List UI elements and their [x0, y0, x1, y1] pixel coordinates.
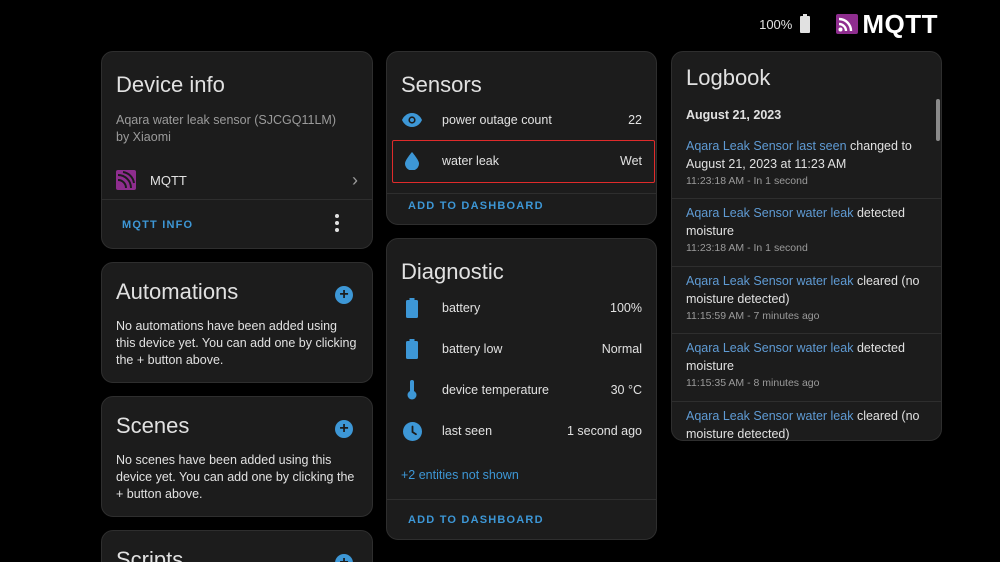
log-entity-link[interactable]: Aqara Leak Sensor last seen: [686, 139, 847, 153]
diagnostic-card: Diagnostic battery 100% battery low Norm…: [386, 238, 657, 540]
thermometer-icon: [401, 379, 423, 401]
log-time: 11:23:18 AM - In 1 second: [686, 242, 808, 254]
entity-name: power outage count: [442, 113, 552, 127]
log-entry: Aqara Leak Sensor water leak detected mo…: [686, 205, 927, 254]
add-to-dashboard-button[interactable]: ADD TO DASHBOARD: [408, 514, 544, 526]
entity-row-battery-low[interactable]: battery low Normal: [401, 335, 642, 363]
divider: [672, 266, 941, 267]
divider: [387, 193, 656, 194]
device-manufacturer: by Xiaomi: [116, 130, 171, 144]
divider: [672, 198, 941, 199]
sensors-card: Sensors power outage count 22 water leak…: [386, 51, 657, 225]
entity-row-battery[interactable]: battery 100%: [401, 294, 642, 322]
log-entity-link[interactable]: Aqara Leak Sensor water leak: [686, 274, 853, 288]
entity-value: 30 °C: [610, 383, 642, 397]
automations-title: Automations: [116, 279, 239, 304]
entity-name: device temperature: [442, 383, 550, 397]
divider: [672, 401, 941, 402]
entity-value: Normal: [601, 342, 642, 356]
battery-icon: [401, 338, 423, 360]
entity-name: battery low: [442, 342, 503, 356]
battery-status-icon: [800, 13, 811, 33]
mqtt-info-button[interactable]: MQTT INFO: [122, 219, 193, 231]
diagnostic-title: Diagnostic: [401, 259, 504, 284]
entity-name: last seen: [442, 424, 493, 438]
mqtt-logo-icon: [836, 14, 859, 34]
integration-label: MQTT: [150, 172, 187, 188]
battery-icon: [401, 297, 423, 319]
logbook-title: Logbook: [686, 65, 771, 90]
sensors-title: Sensors: [401, 72, 482, 97]
clock-icon: [401, 420, 423, 442]
scripts-title: Scripts: [116, 547, 184, 562]
entity-name: battery: [442, 301, 481, 315]
logbook-date: August 21, 2023: [686, 108, 782, 122]
device-info-title: Device info: [116, 72, 225, 97]
log-entry: Aqara Leak Sensor water leak detected mo…: [686, 340, 927, 389]
logbook-card: Logbook August 21, 2023 Aqara Leak Senso…: [671, 51, 942, 441]
battery-percentage: 100%: [759, 16, 793, 32]
integration-row-mqtt[interactable]: MQTT ›: [116, 166, 358, 194]
eye-icon: [401, 109, 423, 131]
add-script-icon[interactable]: +: [335, 554, 353, 562]
log-time: 11:23:18 AM - In 1 second: [686, 175, 808, 187]
log-entry: Aqara Leak Sensor water leak cleared (no…: [686, 408, 927, 440]
log-entity-link[interactable]: Aqara Leak Sensor water leak: [686, 409, 853, 423]
entity-row-power-outage-count[interactable]: power outage count 22: [401, 106, 642, 134]
scrollbar-thumb[interactable]: [936, 99, 940, 141]
scenes-card: Scenes + No scenes have been added using…: [101, 396, 373, 517]
mqtt-logo: MQTT: [836, 9, 938, 40]
add-scene-icon[interactable]: +: [335, 420, 353, 438]
entity-row-last-seen[interactable]: last seen 1 second ago: [401, 417, 642, 445]
log-entry: Aqara Leak Sensor water leak cleared (no…: [686, 273, 927, 322]
device-model: Aqara water leak sensor (SJCGQ11LM): [116, 113, 336, 127]
highlight-box: [392, 140, 655, 183]
add-automation-icon[interactable]: +: [335, 286, 353, 304]
entity-value: 1 second ago: [566, 424, 642, 438]
scenes-title: Scenes: [116, 413, 190, 438]
mqtt-icon: [116, 170, 136, 190]
entity-value: 22: [628, 113, 642, 127]
more-options-icon[interactable]: [330, 214, 344, 232]
entity-row-device-temperature[interactable]: device temperature 30 °C: [401, 376, 642, 404]
hidden-entities-link[interactable]: +2 entities not shown: [401, 468, 519, 482]
log-entity-link[interactable]: Aqara Leak Sensor water leak: [686, 341, 853, 355]
device-info-card: Device info Aqara water leak sensor (SJC…: [101, 51, 373, 249]
log-time: 11:15:59 AM - 7 minutes ago: [686, 310, 820, 322]
automations-card: Automations + No automations have been a…: [101, 262, 373, 383]
device-details: Aqara water leak sensor (SJCGQ11LM) by X…: [116, 112, 336, 146]
scripts-card: Scripts +: [101, 530, 373, 562]
log-entry: Aqara Leak Sensor last seen changed to A…: [686, 138, 927, 187]
divider: [387, 499, 656, 500]
chevron-right-icon: ›: [352, 169, 358, 190]
log-entity-link[interactable]: Aqara Leak Sensor water leak: [686, 206, 853, 220]
divider: [672, 333, 941, 334]
log-time: 11:15:35 AM - 8 minutes ago: [686, 377, 820, 389]
add-to-dashboard-button[interactable]: ADD TO DASHBOARD: [408, 200, 544, 212]
mqtt-logo-text: MQTT: [862, 8, 938, 39]
scenes-empty-text: No scenes have been added using this dev…: [116, 453, 355, 501]
divider: [102, 199, 372, 200]
top-bar: 100% MQTT: [759, 9, 938, 40]
entity-value: 100%: [610, 301, 642, 315]
automations-empty-text: No automations have been added using thi…: [116, 319, 357, 367]
